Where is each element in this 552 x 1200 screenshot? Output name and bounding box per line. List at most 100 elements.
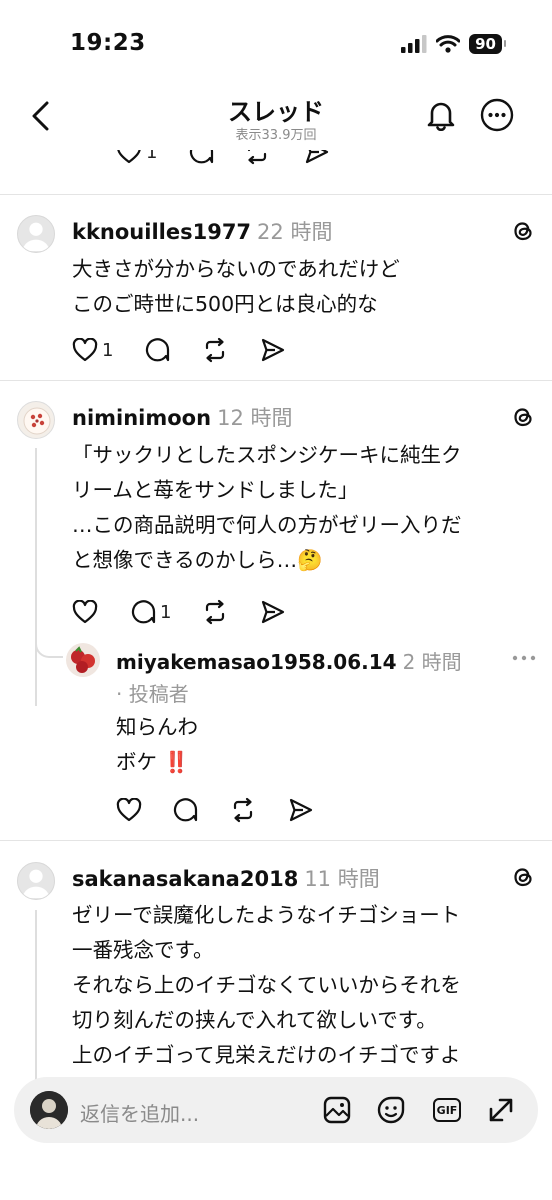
reply-avatar[interactable] — [66, 643, 100, 677]
send-icon — [261, 338, 285, 362]
share-button[interactable] — [260, 336, 286, 364]
post-text-line: リームと苺をサンドしました」 — [72, 478, 359, 502]
post-time: 11 時間 — [304, 867, 380, 891]
default-avatar-icon — [22, 869, 50, 898]
post-text-line: 切り刻んだの挟んで入れて欲しいです。 — [72, 1008, 437, 1032]
post-text-line: 一番残念です。 — [72, 938, 214, 962]
like-button[interactable]: 1 — [116, 150, 157, 166]
image-icon — [323, 1096, 351, 1124]
avatar[interactable] — [17, 401, 55, 439]
heart-icon — [116, 798, 142, 822]
bell-icon — [427, 102, 455, 131]
like-count: 1 — [102, 339, 114, 361]
reply-username[interactable]: miyakemasao1958.06.14 2 時間 — [116, 646, 462, 675]
post-username[interactable]: niminimoon 12 時間 — [72, 402, 292, 432]
send-icon — [261, 600, 285, 624]
post-body: 「サックリとしたスポンジケーキに純生ク リームと苺をサンドしました」 …この商品… — [72, 438, 462, 578]
page-title: スレッド — [228, 98, 324, 126]
gif-icon: GIF — [433, 1098, 461, 1122]
post-username[interactable]: sakanasakana2018 11 時間 — [72, 863, 380, 893]
post-item: niminimoon 12 時間 「サックリとしたスポンジケーキに純生ク リームと… — [0, 380, 552, 840]
post-text-line: …この商品説明で何人の方がゼリー入りだ — [72, 513, 462, 537]
share-button[interactable] — [288, 796, 314, 824]
wifi-icon — [436, 35, 461, 53]
username-text: kknouilles1977 — [72, 220, 252, 244]
share-button[interactable] — [260, 598, 286, 626]
signal-icon — [401, 35, 427, 53]
post-actions: 1 — [72, 336, 312, 366]
reply-actions — [116, 796, 326, 826]
heart-icon — [72, 600, 98, 624]
repost-icon — [233, 797, 253, 823]
expand-button[interactable] — [484, 1093, 518, 1127]
repost-icon — [205, 337, 225, 363]
more-dots-icon[interactable] — [512, 654, 536, 662]
view-count: 表示33.9万回 — [235, 128, 317, 143]
thread-connector — [35, 910, 37, 1090]
like-button[interactable] — [116, 796, 142, 824]
default-avatar-icon — [22, 222, 50, 251]
post-text-line: 「サックリとしたスポンジケーキに純生ク — [72, 443, 462, 467]
heart-icon — [72, 338, 98, 362]
avatar[interactable] — [17, 862, 55, 900]
reply-text-line: 知らんわ — [116, 715, 198, 739]
sticker-icon — [377, 1096, 405, 1124]
repost-icon — [205, 599, 225, 625]
previous-post-actions: 1 — [0, 150, 552, 174]
expand-icon — [489, 1098, 513, 1122]
post-text-line: 大きさが分からないのであれだけど — [72, 257, 400, 281]
strawberry-avatar-image — [71, 646, 95, 673]
repost-button[interactable] — [230, 796, 256, 824]
repost-button[interactable] — [202, 598, 228, 626]
reply-input[interactable]: 返信を追加... — [80, 1098, 199, 1127]
reply-button[interactable] — [188, 150, 214, 166]
reply-button[interactable]: 1 — [130, 598, 171, 626]
status-icons: 90 — [401, 34, 506, 54]
post-actions: 1 — [72, 598, 312, 628]
thread-header: スレッド 表示33.9万回 — [0, 84, 552, 150]
reply-button[interactable] — [172, 796, 198, 824]
send-icon — [289, 798, 313, 822]
gif-button[interactable]: GIF — [430, 1093, 464, 1127]
post-text-line: と想像できるのかしら…🤔 — [72, 548, 323, 572]
threads-logo-icon — [514, 408, 532, 427]
reply-button[interactable] — [144, 336, 170, 364]
post-text-line: このご時世に500円とは良心的な — [72, 292, 378, 316]
notification-button[interactable] — [422, 96, 460, 134]
thread-connector-curve — [35, 640, 63, 658]
sticker-button[interactable] — [374, 1093, 408, 1127]
like-button[interactable] — [72, 598, 102, 626]
battery-indicator: 90 — [469, 34, 506, 54]
reply-time: 2 時間 — [402, 650, 462, 674]
post-item: kknouilles1977 22 時間 大きさが分からないのであれだけど このご… — [0, 194, 552, 380]
more-horizontal-icon — [480, 98, 514, 132]
reply-composer[interactable]: 返信を追加... GIF — [14, 1077, 538, 1143]
post-username[interactable]: kknouilles1977 22 時間 — [72, 216, 332, 246]
heart-icon — [117, 150, 141, 164]
threads-logo-icon — [514, 222, 532, 241]
post-item: sakanasakana2018 11 時間 ゼリーで誤魔化したようなイチゴショー… — [0, 840, 552, 1090]
send-icon — [305, 150, 329, 164]
reply-count: 1 — [160, 601, 172, 623]
cake-avatar-image — [23, 407, 51, 435]
repost-button[interactable] — [244, 150, 270, 166]
image-button[interactable] — [320, 1093, 354, 1127]
avatar[interactable] — [17, 215, 55, 253]
username-text: niminimoon — [72, 406, 212, 430]
reply-text-line: ボケ ‼️ — [116, 750, 190, 774]
post-time: 22 時間 — [257, 220, 333, 244]
threads-logo-icon — [514, 868, 532, 887]
user-avatar-image — [30, 1091, 68, 1129]
username-text: sakanasakana2018 — [72, 867, 299, 891]
share-button[interactable] — [304, 150, 330, 166]
like-button[interactable]: 1 — [72, 336, 113, 364]
more-options-button[interactable] — [478, 96, 516, 134]
post-body: 大きさが分からないのであれだけど このご時世に500円とは良心的な — [72, 252, 400, 322]
repost-button[interactable] — [202, 336, 228, 364]
thread-connector — [35, 448, 37, 706]
like-count: 1 — [146, 150, 158, 163]
repost-icon — [247, 150, 267, 165]
my-avatar — [30, 1091, 68, 1129]
status-time: 19:23 — [70, 30, 146, 56]
status-bar: 19:23 90 — [0, 0, 552, 90]
